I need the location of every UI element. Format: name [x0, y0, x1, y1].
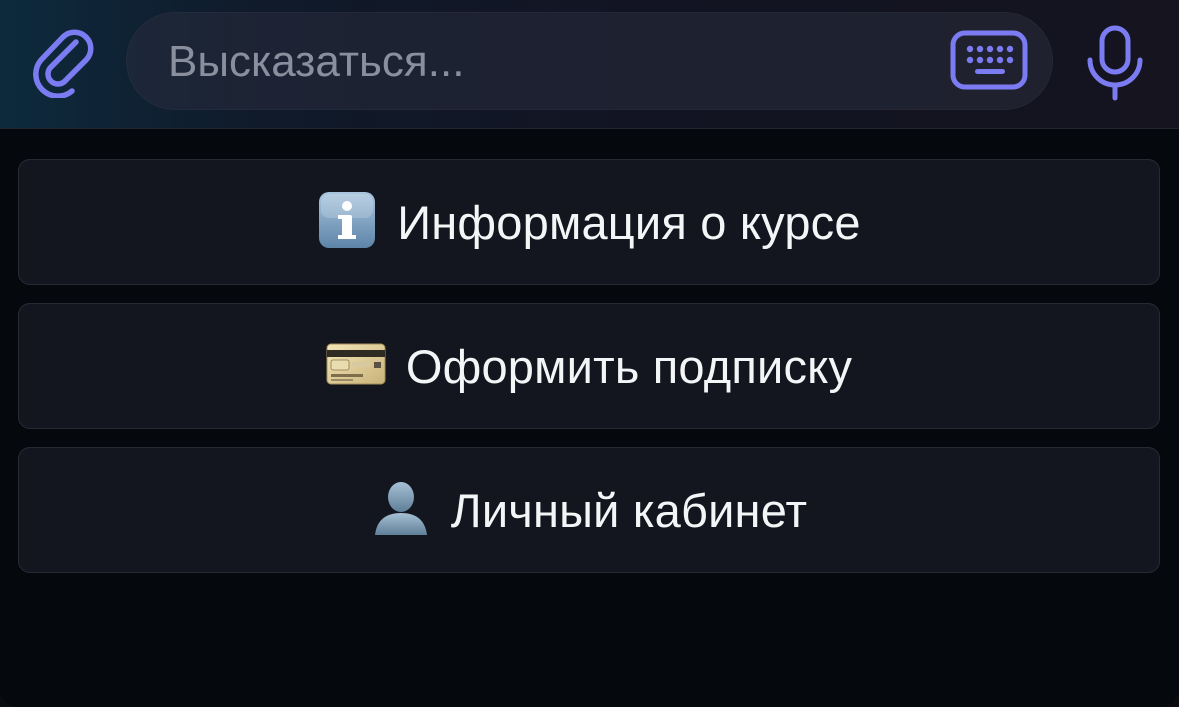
credit-card-icon [326, 342, 386, 391]
course-info-button[interactable]: Информация о курсе [18, 159, 1160, 285]
bust-silhouette-icon [371, 479, 431, 542]
personal-account-button[interactable]: Личный кабинет [18, 447, 1160, 573]
information-icon [317, 190, 377, 255]
message-input-pill [126, 12, 1053, 112]
message-composer [0, 0, 1179, 129]
chat-screen: Информация о курсе Оформить подписку [0, 0, 1179, 707]
keyboard-icon[interactable] [949, 29, 1029, 93]
subscribe-button[interactable]: Оформить подписку [18, 303, 1160, 429]
microphone-icon[interactable] [1082, 24, 1148, 102]
subscribe-label: Оформить подписку [405, 339, 853, 393]
personal-account-label: Личный кабинет [450, 483, 808, 537]
message-input[interactable] [166, 12, 950, 112]
course-info-label: Информация о курсе [397, 195, 861, 249]
paperclip-icon[interactable] [30, 26, 100, 99]
